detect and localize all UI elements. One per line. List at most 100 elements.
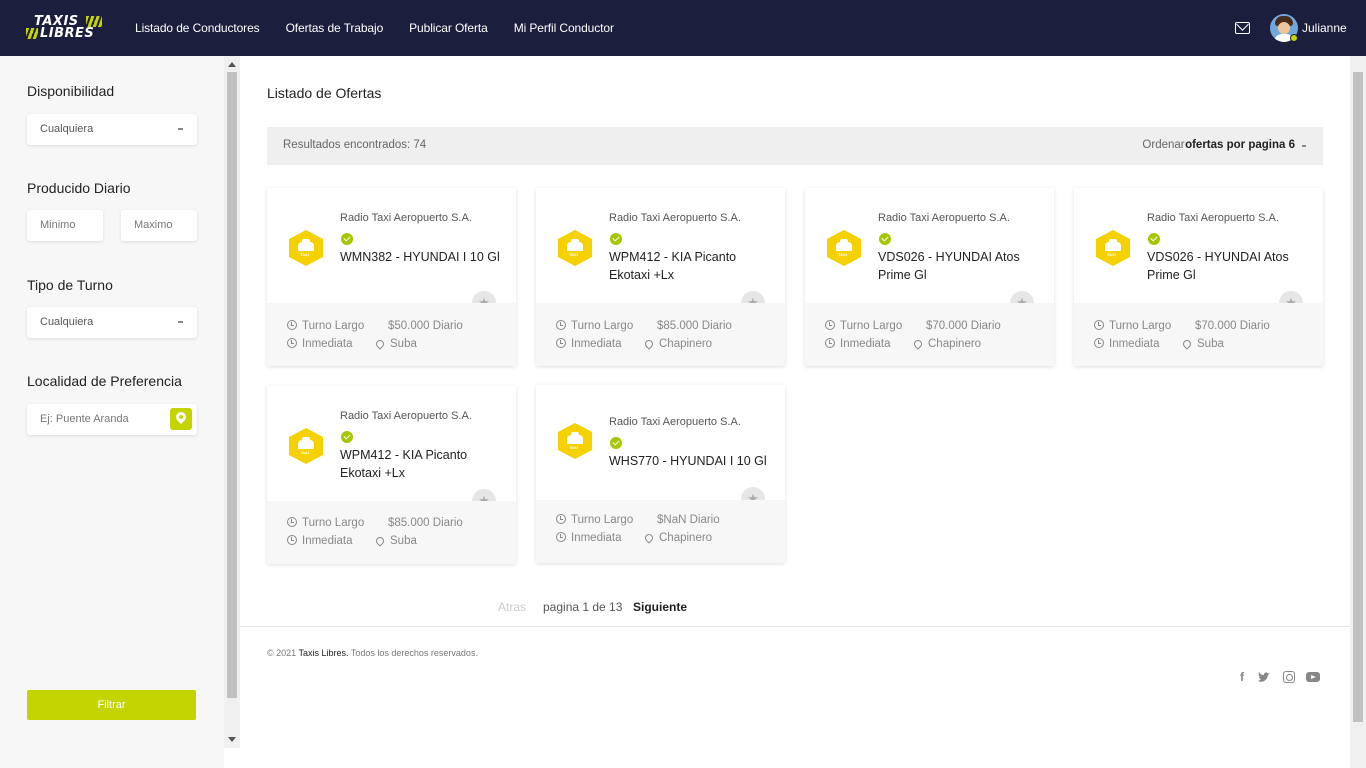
offer-vehicle: WPM412 - KIA Picanto Ekotaxi +Lx — [609, 250, 737, 282]
check-icon — [610, 233, 622, 245]
offer-availability: Inmediata — [287, 338, 353, 350]
offer-availability: Inmediata — [287, 535, 353, 547]
offer-shift: Turno Largo — [287, 320, 364, 332]
twitter-icon[interactable] — [1257, 670, 1271, 684]
offer-locality: Suba — [1181, 338, 1224, 350]
scrollbar-thumb[interactable] — [227, 72, 237, 698]
offer-company: Radio Taxi Aeropuerto S.A. — [1147, 212, 1279, 224]
offer-pay: $70.000 Diario — [1195, 320, 1270, 332]
offer-pay: $85.000 Diario — [657, 320, 732, 332]
offer-availability: Inmediata — [556, 532, 622, 544]
offer-pay: $85.000 Diario — [388, 517, 463, 529]
chevron-down-icon — [178, 128, 183, 130]
offer-card[interactable]: TAXI Radio Taxi Aeropuerto S.A. VDS026 -… — [805, 188, 1054, 366]
offer-details — [267, 501, 516, 564]
offer-shift: Turno Largo — [287, 517, 364, 529]
disponibilidad-value: Cualquiera — [40, 123, 94, 135]
alarm-icon — [287, 535, 297, 545]
offer-details — [536, 303, 785, 366]
clock-icon — [1094, 320, 1104, 330]
logo-line2: LIBRES — [40, 26, 95, 41]
order-select[interactable]: ofertas por pagina 6 — [1185, 139, 1295, 151]
check-icon — [610, 437, 622, 449]
username[interactable]: Julianne — [1302, 21, 1347, 35]
offer-card[interactable]: TAXI Radio Taxi Aeropuerto S.A. WPM412 -… — [536, 188, 785, 366]
chevron-down-icon — [178, 321, 183, 323]
offer-company: Radio Taxi Aeropuerto S.A. — [878, 212, 1010, 224]
offer-availability: Inmediata — [825, 338, 891, 350]
offer-details — [267, 303, 516, 366]
logo-stripes — [26, 28, 38, 39]
turno-select[interactable]: Cualquiera — [27, 307, 197, 338]
main-nav: Listado de Conductores Ofertas de Trabaj… — [135, 0, 614, 56]
footer-brand-link[interactable]: Taxis Libres. — [299, 648, 349, 658]
turno-label: Tipo de Turno — [27, 277, 113, 293]
scroll-up-arrow-icon[interactable] — [228, 62, 236, 67]
facebook-icon[interactable]: f — [1235, 670, 1249, 684]
nav-mi-perfil[interactable]: Mi Perfil Conductor — [514, 21, 614, 35]
scroll-down-arrow-icon[interactable] — [228, 737, 236, 742]
chevron-down-icon[interactable] — [1302, 145, 1306, 147]
offer-locality: Suba — [374, 338, 417, 350]
offer-vehicle: VDS026 - HYUNDAI Atos Prime Gl — [878, 250, 1020, 282]
offer-vehicle: VDS026 - HYUNDAI Atos Prime Gl — [1147, 250, 1289, 282]
localidad-placeholder: Ej: Puente Aranda — [40, 413, 129, 425]
nav-ofertas-trabajo[interactable]: Ofertas de Trabajo — [286, 21, 384, 35]
offer-shift: Turno Largo — [1094, 320, 1171, 332]
main-scrollbar[interactable] — [1350, 56, 1366, 768]
nav-publicar-oferta[interactable]: Publicar Oferta — [409, 21, 488, 35]
alarm-icon — [556, 532, 566, 542]
footer-copyright: © 2021 Taxis Libres. Todos los derechos … — [267, 648, 478, 658]
offer-vehicle: WHS770 - HYUNDAI I 10 Gl — [609, 454, 767, 468]
instagram-icon[interactable] — [1283, 671, 1295, 683]
disponibilidad-select[interactable]: Cualquiera — [27, 114, 197, 145]
order-label: Ordenar : — [1142, 139, 1191, 151]
producido-max-input[interactable]: Maximo — [121, 210, 197, 241]
taxi-logo: TAXI — [558, 423, 592, 459]
offer-card[interactable]: TAXI Radio Taxi Aeropuerto S.A. VDS026 -… — [1074, 188, 1323, 366]
nav-listado-conductores[interactable]: Listado de Conductores — [135, 21, 260, 35]
turno-value: Cualquiera — [40, 316, 94, 328]
localidad-input[interactable]: Ej: Puente Aranda — [27, 404, 197, 435]
offer-details — [1074, 303, 1323, 366]
sidebar-scrollbar[interactable] — [224, 56, 240, 748]
producido-min-input[interactable]: Minimo — [27, 210, 103, 241]
page-title: Listado de Ofertas — [267, 85, 382, 101]
offer-shift: Turno Largo — [825, 320, 902, 332]
location-pin-icon — [173, 409, 189, 425]
location-pin-icon — [1181, 338, 1193, 350]
offer-locality: Chapinero — [643, 532, 712, 544]
taxis-libres-logo[interactable]: TAXIS LIBRES — [26, 15, 104, 41]
top-navbar: TAXIS LIBRES Listado de Conductores Ofer… — [0, 0, 1366, 56]
results-count: Resultados encontrados: 74 — [283, 139, 427, 151]
mail-icon[interactable] — [1235, 22, 1250, 34]
avatar-face — [1278, 22, 1290, 34]
offer-vehicle: WPM412 - KIA Picanto Ekotaxi +Lx — [340, 448, 468, 480]
clock-icon — [556, 514, 566, 524]
offer-card[interactable]: TAXI Radio Taxi Aeropuerto S.A. WHS770 -… — [536, 385, 785, 563]
offer-pay: $50.000 Diario — [388, 320, 463, 332]
taxi-logo: TAXI — [558, 230, 592, 266]
results-bar: Resultados encontrados: 74 Ordenar : ofe… — [267, 127, 1323, 165]
offer-locality: Suba — [374, 535, 417, 547]
offer-pay: $70.000 Diario — [926, 320, 1001, 332]
alarm-icon — [825, 338, 835, 348]
offer-card[interactable]: TAXI Radio Taxi Aeropuerto S.A. WMN382 -… — [267, 188, 516, 366]
offer-company: Radio Taxi Aeropuerto S.A. — [609, 212, 741, 224]
offer-company: Radio Taxi Aeropuerto S.A. — [609, 416, 741, 428]
filtrar-button[interactable]: Filtrar — [27, 690, 196, 720]
offer-availability: Inmediata — [1094, 338, 1160, 350]
pagination-next[interactable]: Siguiente — [633, 600, 687, 614]
location-pin-button[interactable] — [170, 408, 192, 430]
offer-locality: Chapinero — [643, 338, 712, 350]
youtube-icon[interactable] — [1306, 672, 1320, 682]
alarm-icon — [287, 338, 297, 348]
pagination-prev[interactable]: Atras — [498, 600, 526, 614]
location-pin-icon — [643, 338, 655, 350]
taxi-logo: TAXI — [1096, 230, 1130, 266]
localidad-label: Localidad de Preferencia — [27, 373, 182, 389]
scrollbar-thumb[interactable] — [1353, 72, 1363, 722]
clock-icon — [287, 320, 297, 330]
pagination-info: pagina 1 de 13 — [543, 600, 623, 614]
offer-card[interactable]: TAXI Radio Taxi Aeropuerto S.A. WPM412 -… — [267, 386, 516, 564]
